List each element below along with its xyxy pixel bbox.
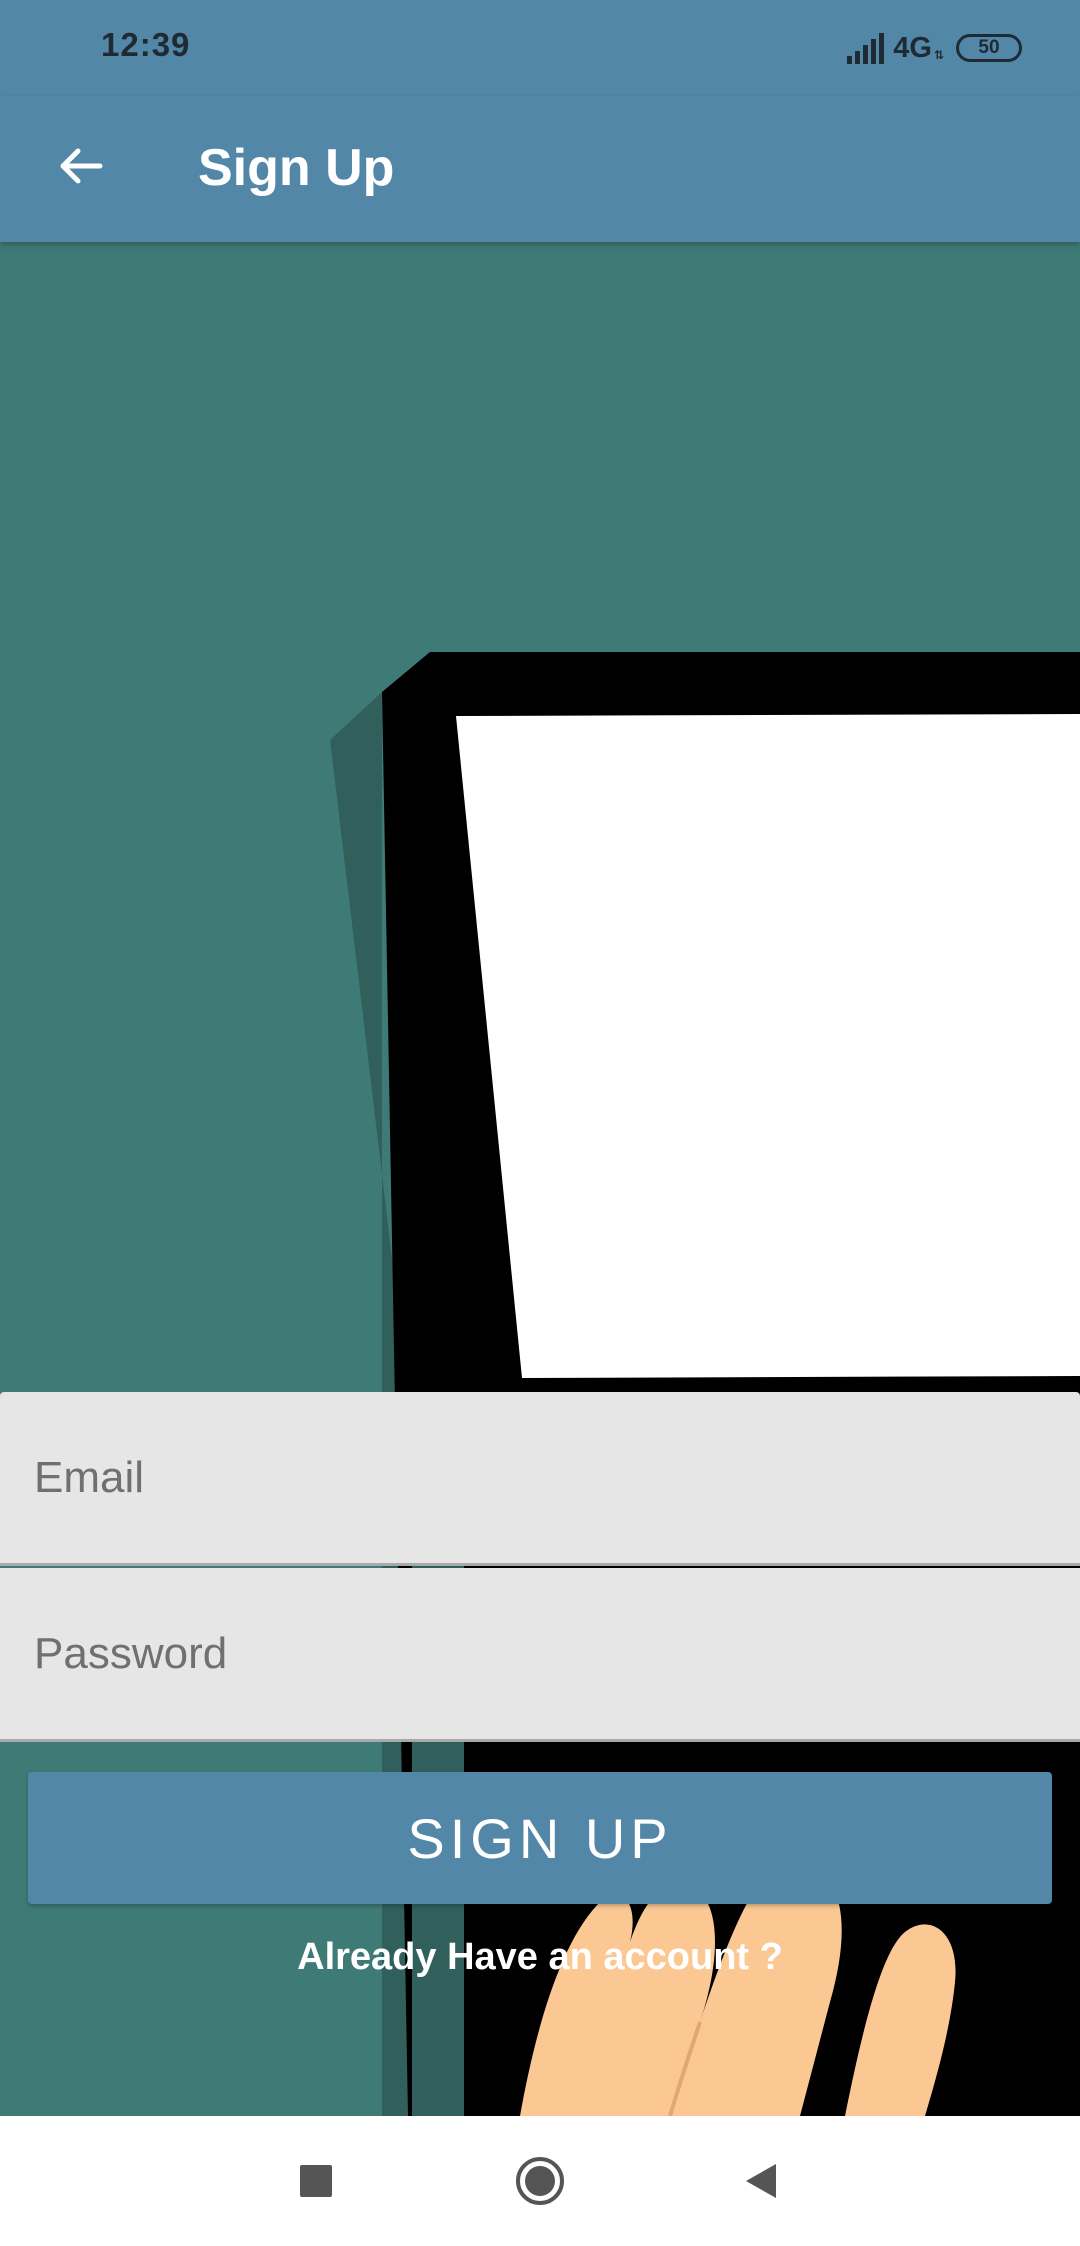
- status-indicators: 4G ⇅ 50: [847, 28, 1022, 68]
- already-have-account-link[interactable]: Already Have an account ?: [0, 1936, 1080, 1979]
- status-time: 12:39: [101, 26, 191, 63]
- recent-apps-button[interactable]: [281, 2146, 351, 2216]
- sign-up-button[interactable]: SIGN UP: [28, 1772, 1052, 1904]
- battery-level: 50: [978, 37, 1000, 58]
- recent-apps-icon: [300, 2165, 332, 2197]
- email-field[interactable]: [0, 1392, 1080, 1566]
- app-bar: Sign Up: [0, 96, 1080, 242]
- data-activity-icon: ⇅: [933, 48, 944, 62]
- navigation-bar: [0, 2116, 1080, 2246]
- password-field[interactable]: [0, 1568, 1080, 1742]
- screen: 12:39 4G ⇅ 50 Sign Up Email SIGN UP Alre…: [0, 0, 1080, 2246]
- status-bar: 12:39 4G ⇅ 50: [0, 0, 1080, 96]
- back-triangle-icon: [746, 2164, 776, 2198]
- home-button[interactable]: [505, 2146, 575, 2216]
- page-title: Sign Up: [198, 139, 395, 197]
- back-button[interactable]: [40, 126, 120, 206]
- home-icon: [516, 2157, 564, 2205]
- password-input[interactable]: [0, 1568, 1080, 1739]
- network-type: 4G: [893, 31, 932, 64]
- signal-icon: [847, 32, 889, 64]
- battery-icon: 50: [956, 34, 1022, 62]
- email-input[interactable]: [0, 1392, 1080, 1563]
- nav-back-button[interactable]: [727, 2146, 797, 2216]
- arrow-left-icon: [60, 148, 103, 184]
